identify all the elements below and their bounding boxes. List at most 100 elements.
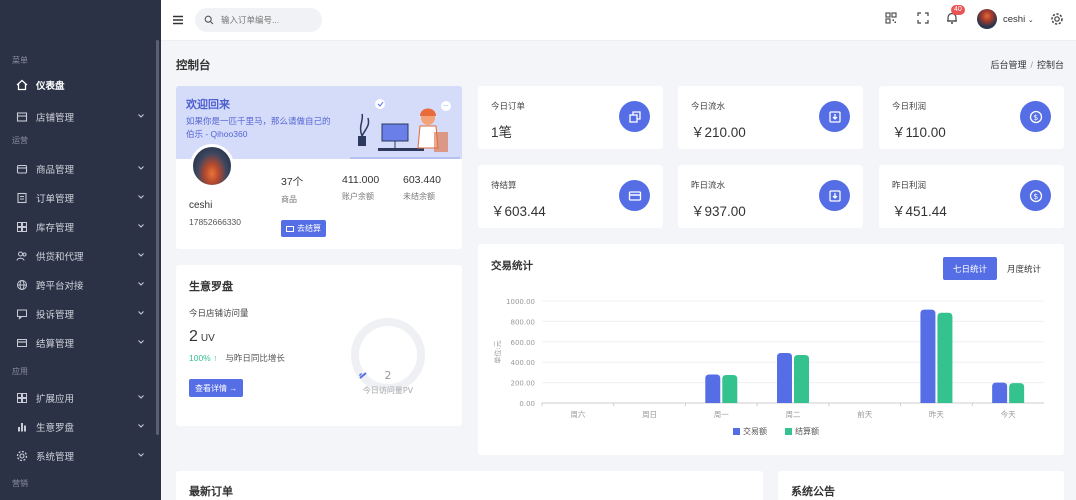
download-box-icon xyxy=(819,101,850,132)
apps-icon xyxy=(16,392,28,404)
chevron-down-icon xyxy=(138,166,144,170)
stat-card-pending: 待结算 ￥603.44 xyxy=(478,165,663,228)
avatar[interactable] xyxy=(977,9,997,29)
sidebar-item-label: 扩展应用 xyxy=(36,393,75,405)
sidebar-item-system[interactable]: 系统管理 xyxy=(0,441,161,470)
user-phone: 17852666330 xyxy=(189,217,242,227)
sidebar-item-extensions[interactable]: 扩展应用 xyxy=(0,383,161,412)
bar-trade xyxy=(777,353,792,403)
x-tick-label: 周二 xyxy=(786,410,801,419)
dollar-circle-icon: $ xyxy=(1020,101,1051,132)
pv-gauge: 2 今日访问量PV xyxy=(351,318,425,395)
breadcrumb-item[interactable]: 后台管理 xyxy=(990,60,1026,70)
view-details-button[interactable]: 查看详情 → xyxy=(189,379,244,397)
sidebar-item-label: 库存管理 xyxy=(36,222,75,234)
bar-chart-icon xyxy=(16,421,28,433)
sidebar-item-cross-platform[interactable]: 跨平台对接 xyxy=(0,270,161,299)
sidebar-group-marketing: 营销 xyxy=(12,479,28,488)
sidebar-item-label: 投诉管理 xyxy=(36,309,75,321)
sidebar-item-label: 订单管理 xyxy=(36,193,75,205)
sidebar-item-supplier[interactable]: 供货和代理 xyxy=(0,241,161,270)
uv-value: 2 UV xyxy=(189,328,215,345)
sidebar: 菜单 仪表盘 店铺管理 运营 商品管理 订单管理 库存管理 供货和代理 跨平台对… xyxy=(0,0,161,500)
chevron-down-icon xyxy=(138,311,144,315)
stat-card-today-flow: 今日流水 ￥210.00 xyxy=(678,86,863,149)
chevron-down-icon xyxy=(138,282,144,286)
sidebar-item-settlement[interactable]: 结算管理 xyxy=(0,328,161,357)
pv-value: 2 xyxy=(385,369,392,382)
stat-card-today-profit: 今日利润 ￥110.00 $ xyxy=(879,86,1064,149)
pv-label: 今日访问量PV xyxy=(363,385,414,395)
menu-toggle-icon[interactable] xyxy=(171,13,185,27)
legend-label: 交易额 xyxy=(743,426,767,436)
x-tick-label: 昨天 xyxy=(929,409,944,419)
x-tick-label: 周六 xyxy=(570,409,585,419)
x-tick-label: 周一 xyxy=(714,410,729,419)
x-tick-label: 前天 xyxy=(857,409,872,419)
latest-orders-card: 最新订单 xyxy=(176,471,763,500)
sidebar-item-label: 商品管理 xyxy=(36,164,75,176)
card-icon xyxy=(286,225,294,232)
bar-settle xyxy=(722,374,738,403)
y-tick-label: 1000.00 xyxy=(506,298,535,306)
y-axis-label: 单位:元 xyxy=(493,340,502,363)
sidebar-item-label: 供货和代理 xyxy=(36,251,84,263)
legend-swatch xyxy=(785,428,792,435)
sidebar-item-label: 生意罗盘 xyxy=(36,422,75,434)
sidebar-item-complaints[interactable]: 投诉管理 xyxy=(0,299,161,328)
y-tick-label: 600.00 xyxy=(511,339,536,347)
welcome-title: 欢迎回来 xyxy=(186,99,230,111)
notices-title: 系统公告 xyxy=(791,486,835,498)
sidebar-item-orders[interactable]: 订单管理 xyxy=(0,183,161,212)
inventory-icon xyxy=(16,221,28,233)
sidebar-item-store[interactable]: 店铺管理 xyxy=(0,102,161,131)
bar-settle xyxy=(937,312,953,403)
chevron-down-icon: ⌄ xyxy=(1027,17,1034,24)
sidebar-item-dashboard[interactable]: 仪表盘 xyxy=(0,68,161,102)
sidebar-item-inventory[interactable]: 库存管理 xyxy=(0,212,161,241)
bar-trade xyxy=(992,382,1008,403)
stat-card-today-orders: 今日订单 1笔 xyxy=(478,86,663,149)
welcome-card: 欢迎回来 如果你是一匹千里马，那么请做自己的伯乐 - Qihoo360 ··· … xyxy=(176,86,462,249)
qrcode-icon[interactable] xyxy=(884,11,898,25)
latest-orders-title: 最新订单 xyxy=(189,486,233,498)
welcome-illustration: ··· xyxy=(350,99,460,159)
x-tick-label: 周日 xyxy=(642,410,657,419)
username-label[interactable]: ceshi ⌄ xyxy=(1003,14,1034,25)
sidebar-item-goods[interactable]: 商品管理 xyxy=(0,154,161,183)
copy-icon xyxy=(619,101,650,132)
bar-trade xyxy=(705,374,721,403)
globe-icon xyxy=(16,279,28,291)
y-tick-label: 800.00 xyxy=(511,318,536,326)
chevron-down-icon xyxy=(138,424,144,428)
avatar xyxy=(190,144,234,188)
fullscreen-icon[interactable] xyxy=(916,11,930,25)
welcome-subtitle: 如果你是一匹千里马，那么请做自己的伯乐 - Qihoo360 xyxy=(186,116,331,139)
compass-card: 生意罗盘 今日店铺访问量 2 UV 100% ↑ 与昨日同比增长 查看详情 → 2 … xyxy=(176,265,462,426)
chevron-down-icon xyxy=(138,395,144,399)
dollar-circle-icon: $ xyxy=(1020,180,1051,211)
y-tick-label: 400.00 xyxy=(511,359,536,367)
bar-trade xyxy=(920,309,936,403)
chevron-down-icon xyxy=(138,224,144,228)
bar-settle xyxy=(1009,383,1025,403)
stat-balance: 411.000 账户余额 xyxy=(342,174,380,201)
chevron-down-icon xyxy=(138,253,144,257)
search-input[interactable] xyxy=(221,15,311,25)
goods-icon xyxy=(16,163,28,175)
chevron-down-icon xyxy=(138,114,144,118)
chevron-down-icon xyxy=(138,340,144,344)
settle-button[interactable]: 去结算 xyxy=(281,220,326,237)
topbar: 40 ceshi ⌄ xyxy=(161,0,1076,41)
bar-settle xyxy=(794,355,809,403)
sidebar-item-label: 店铺管理 xyxy=(36,112,75,124)
sidebar-group-ops: 运营 xyxy=(12,136,28,145)
svg-text:$: $ xyxy=(1033,113,1038,122)
transactions-card: 交易统计 七日统计 月度统计 0.00 200.00 400.00 600.00 800… xyxy=(478,244,1064,455)
sidebar-item-compass[interactable]: 生意罗盘 xyxy=(0,412,161,441)
sidebar-item-label: 仪表盘 xyxy=(36,81,65,92)
user-name: ceshi xyxy=(189,200,213,211)
credit-card-icon xyxy=(619,180,650,211)
complaint-icon xyxy=(16,308,28,320)
gear-icon[interactable] xyxy=(1050,12,1064,26)
